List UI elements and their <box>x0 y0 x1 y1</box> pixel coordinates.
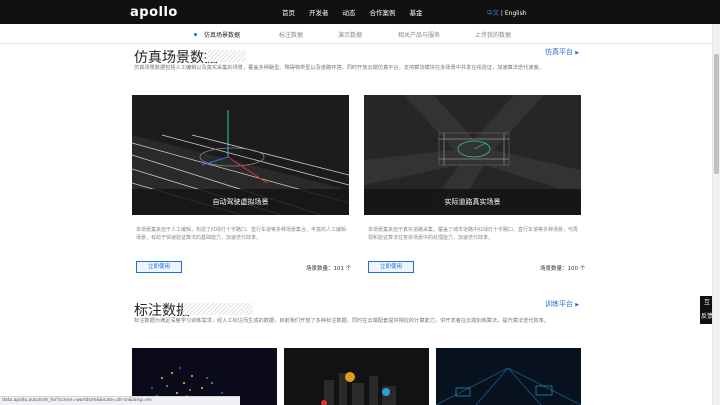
nav-news[interactable]: 动态 <box>343 7 356 17</box>
lang-chinese[interactable]: 中文 <box>487 10 499 17</box>
subnav-sim-data[interactable]: 仿真场景数据 <box>204 30 240 39</box>
nav-home[interactable]: 首页 <box>282 7 295 17</box>
subnav-upload-data[interactable]: 上传我的数据 <box>475 30 511 39</box>
section-desc-sim: 仿真场景数据包括人工编辑以及真实采集的场景，覆盖多种路型、障碍物类型以及道路环境… <box>134 65 544 71</box>
apollo-logo[interactable]: apollo <box>130 5 178 20</box>
card-desc-virtual: 本场景集来自于人工编辑，构造了红绿灯十字路口、直行车道等多种场景集合，丰富的人工… <box>136 227 347 241</box>
virtual-scene-image[interactable]: 自动驾驶虚拟场景 <box>132 95 349 215</box>
scene-count-virtual: 场景数量：101 个 <box>306 266 352 272</box>
city-night-image[interactable] <box>284 348 429 405</box>
title-decoration <box>206 50 246 62</box>
card-caption-virtual: 自动驾驶虚拟场景 <box>132 189 349 215</box>
card-desc-real: 本场景集来自于真实道路采集，覆盖了城市道路中红绿灯十字路口、直行车道等多种场景，… <box>368 227 579 241</box>
page-scrollbar[interactable] <box>712 24 720 405</box>
card-caption-real: 实际道路真实场景 <box>364 189 581 215</box>
subnav-annotation-data[interactable]: 标注数据 <box>279 30 303 39</box>
subnav-demo-data[interactable]: 演示数据 <box>338 30 362 39</box>
main-nav: 首页 开发者 动态 合作案例 基金 <box>282 0 437 24</box>
use-now-button-real[interactable]: 立即使用 <box>368 261 414 273</box>
nav-developer[interactable]: 开发者 <box>309 7 329 17</box>
training-platform-label: 训练平台 <box>545 300 573 308</box>
arrow-right-icon: ▶ <box>575 302 580 308</box>
arrow-right-icon: ▶ <box>575 50 580 56</box>
sub-nav: 仿真场景数据 标注数据 演示数据 相关产品与服务 上传我的数据 <box>0 24 712 44</box>
sim-platform-link[interactable]: 仿真平台 ▶ <box>545 47 579 57</box>
real-scene-image[interactable]: 实际道路真实场景 <box>364 95 581 215</box>
sim-platform-label: 仿真平台 <box>545 48 573 56</box>
link-status-bar: data.apollo.auto/sim_for?scene=worldsim&… <box>0 396 240 405</box>
section-desc-annotation: 标注数据为满足深度学习训练需求，经人工标注而生成的数据，目前我们开放了多种标注数… <box>134 318 550 324</box>
section-title-annotation: 标注数据 <box>134 303 190 319</box>
subnav-related-products[interactable]: 相关产品与服务 <box>398 30 440 39</box>
highway-image[interactable] <box>436 348 581 405</box>
nav-cases[interactable]: 合作案例 <box>370 7 396 17</box>
nav-fund[interactable]: 基金 <box>410 7 423 17</box>
lang-english[interactable]: English <box>505 10 527 17</box>
top-nav-bar: apollo 首页 开发者 动态 合作案例 基金 中文 | English <box>0 0 720 24</box>
highway-illustration <box>436 348 581 405</box>
use-now-button-virtual[interactable]: 立即使用 <box>136 261 182 273</box>
title-decoration-2 <box>183 303 253 315</box>
training-platform-link[interactable]: 训练平台 ▶ <box>545 299 579 309</box>
language-switch: 中文 | English <box>487 8 527 17</box>
active-dot-icon <box>194 33 197 36</box>
scene-count-real: 场景数量：100 个 <box>540 266 586 272</box>
city-night-illustration <box>284 348 429 405</box>
scrollbar-thumb[interactable] <box>714 54 719 174</box>
